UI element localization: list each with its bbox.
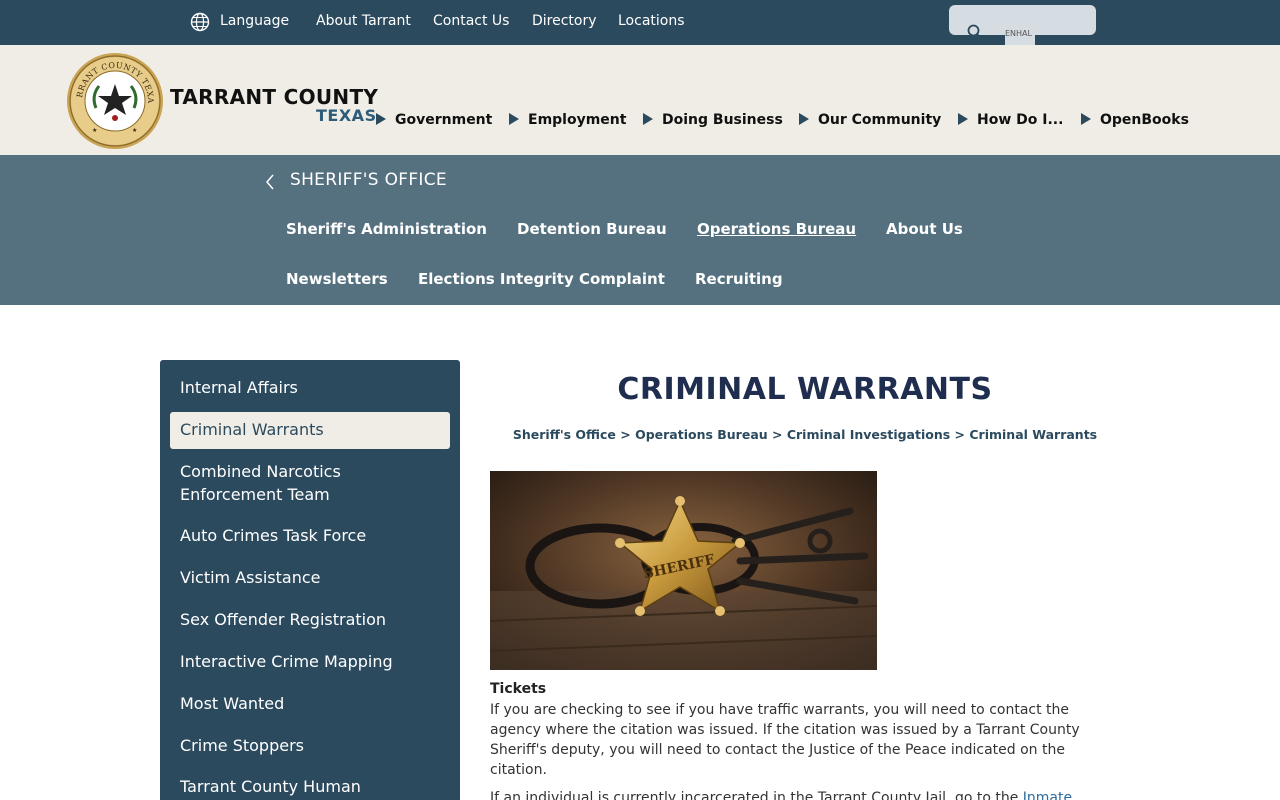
subnav-elections-integrity-complaint[interactable]: Elections Integrity Complaint <box>418 270 665 288</box>
tickets-line: Sheriff's deputy, you will need to conta… <box>490 742 1065 758</box>
nav-our-community[interactable]: Our Community <box>799 112 941 132</box>
search-icon[interactable] <box>967 24 983 40</box>
nav-government[interactable]: Government <box>376 112 492 132</box>
tickets-line: If you are checking to see if you have t… <box>490 702 1070 718</box>
arrow-right-icon <box>643 113 653 125</box>
tickets-heading: Tickets <box>490 681 547 697</box>
nav-employment[interactable]: Employment <box>509 112 626 132</box>
sidebar-item-victim-assistance[interactable]: Victim Assistance <box>180 566 320 589</box>
nav-label: Government <box>395 112 493 128</box>
jail-paragraph: If an individual is currently incarcerat… <box>490 788 1090 800</box>
jail-text: If an individual is currently incarcerat… <box>490 790 1019 800</box>
tickets-line: citation. <box>490 762 547 778</box>
nav-how-do-i[interactable]: How Do I... <box>958 112 1063 132</box>
page-title: CRIMINAL WARRANTS <box>617 372 993 407</box>
sidebar-item-crime-mapping[interactable]: Interactive Crime Mapping <box>180 650 393 673</box>
sidebar-item-most-wanted[interactable]: Most Wanted <box>180 692 284 715</box>
arrow-right-icon <box>958 113 968 125</box>
search-input[interactable]: ENHAL <box>949 5 1096 45</box>
arrow-right-icon <box>376 113 386 125</box>
subnav-newsletters[interactable]: Newsletters <box>286 270 388 288</box>
enhance-search-button[interactable]: ENHAL <box>1005 28 1035 45</box>
sidebar-item-sex-offender-registration[interactable]: Sex Offender Registration <box>180 608 386 631</box>
subnav-operations-bureau[interactable]: Operations Bureau <box>697 220 856 238</box>
arrow-right-icon <box>509 113 519 125</box>
county-seal-logo[interactable]: TARRANT COUNTY TEXAS ★ ★ <box>66 52 164 150</box>
subnav-sheriffs-administration[interactable]: Sheriff's Administration <box>286 220 487 238</box>
nav-openbooks[interactable]: OpenBooks <box>1081 112 1189 132</box>
nav-label: Doing Business <box>662 112 783 128</box>
subnav-about-us[interactable]: About Us <box>886 220 963 238</box>
nav-label: OpenBooks <box>1100 112 1189 128</box>
nav-label: Our Community <box>818 112 942 128</box>
sidebar-item-internal-affairs[interactable]: Internal Affairs <box>180 376 298 399</box>
sidebar-item-criminal-warrants[interactable]: Criminal Warrants <box>180 418 324 441</box>
arrow-right-icon <box>799 113 809 125</box>
nav-doing-business[interactable]: Doing Business <box>643 112 783 132</box>
topbar-link-directory[interactable]: Directory <box>532 13 597 29</box>
sidebar-item-auto-crimes[interactable]: Auto Crimes Task Force <box>180 524 366 547</box>
subnav-detention-bureau[interactable]: Detention Bureau <box>517 220 667 238</box>
tickets-line: agency where the citation was issued. If… <box>490 722 1080 738</box>
sheriff-badge-photo: SHERIFF <box>490 471 877 670</box>
brand-state: TEXAS <box>316 106 377 125</box>
globe-icon[interactable] <box>190 12 210 32</box>
svg-text:★: ★ <box>132 127 137 134</box>
sidebar-item-human-trafficking[interactable]: Tarrant County Human <box>180 775 361 798</box>
sidebar-item-crime-stoppers[interactable]: Crime Stoppers <box>180 734 304 757</box>
arrow-right-icon <box>1081 113 1091 125</box>
nav-label: Employment <box>528 112 627 128</box>
subnav-recruiting[interactable]: Recruiting <box>695 270 783 288</box>
sidebar-item-combined-narcotics-line2[interactable]: Enforcement Team <box>180 483 330 506</box>
breadcrumb[interactable]: Sheriff's Office > Operations Bureau > C… <box>490 427 1120 442</box>
topbar-link-about[interactable]: About Tarrant <box>316 13 411 29</box>
nav-label: How Do I... <box>977 112 1064 128</box>
language-button[interactable]: Language <box>220 13 289 29</box>
tickets-paragraph: If you are checking to see if you have t… <box>490 700 1090 780</box>
topbar-link-locations[interactable]: Locations <box>618 13 685 29</box>
svg-text:★: ★ <box>92 127 97 134</box>
section-title[interactable]: SHERIFF'S OFFICE <box>290 170 447 190</box>
inmate-search-link[interactable]: Inmate <box>1023 790 1072 800</box>
chevron-left-icon[interactable] <box>264 174 276 190</box>
sidebar-item-combined-narcotics[interactable]: Combined Narcotics <box>180 460 341 483</box>
topbar-link-contact[interactable]: Contact Us <box>433 13 509 29</box>
